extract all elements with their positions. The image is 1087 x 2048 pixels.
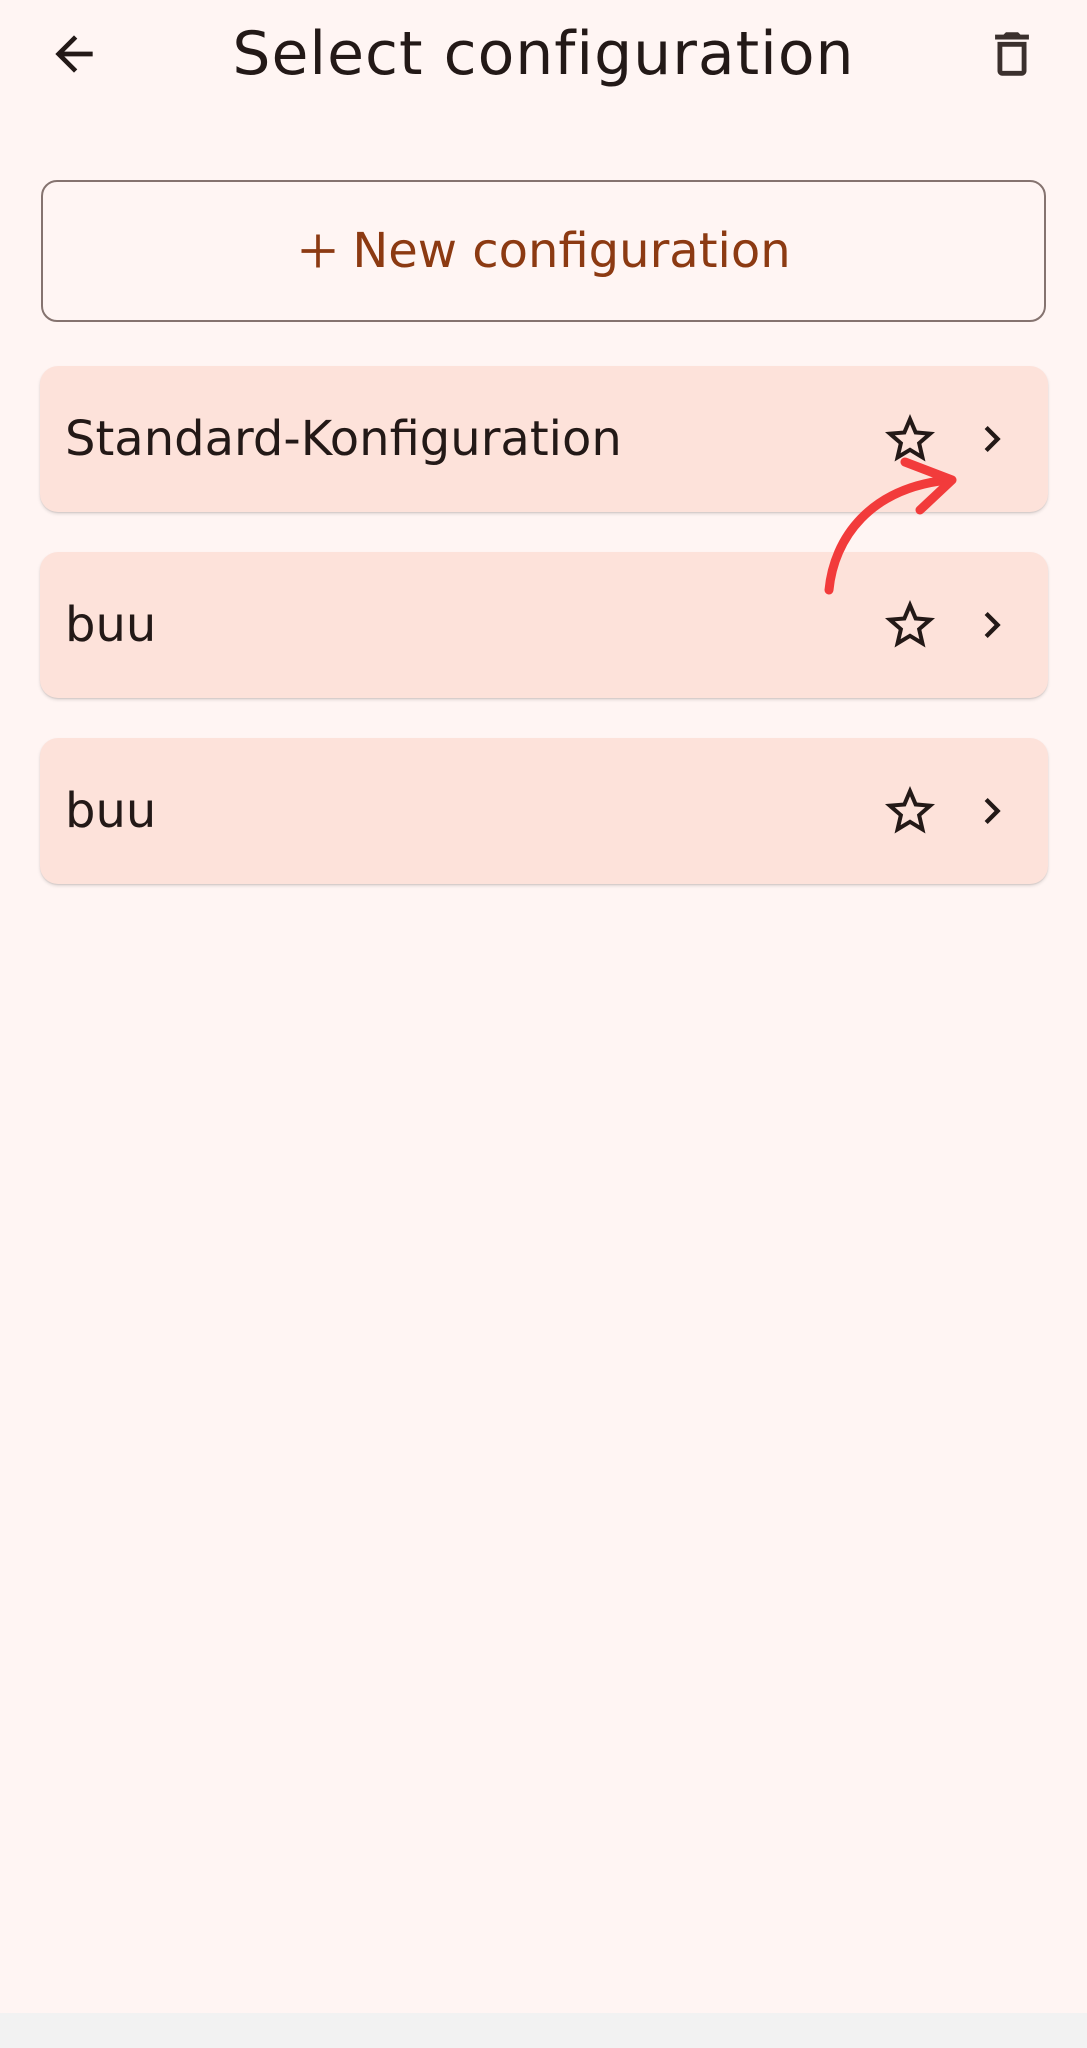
configuration-name: Standard-Konfiguration bbox=[65, 411, 622, 467]
new-configuration-button[interactable]: New configuration bbox=[41, 180, 1046, 322]
plus-icon bbox=[301, 234, 335, 268]
star-outline-icon bbox=[885, 786, 935, 834]
chevron-right-icon bbox=[957, 399, 1027, 479]
configuration-item[interactable]: Standard-Konfiguration bbox=[40, 366, 1048, 512]
chevron-right-icon bbox=[957, 771, 1027, 851]
page-title: Select configuration bbox=[232, 19, 855, 89]
configuration-name: buu bbox=[65, 597, 157, 653]
star-outline-icon bbox=[885, 414, 935, 462]
configuration-list: Standard-Konfiguration buu buu bbox=[40, 366, 1048, 924]
trash-icon bbox=[995, 32, 1029, 76]
delete-button[interactable] bbox=[972, 14, 1052, 94]
star-outline-icon bbox=[885, 600, 935, 648]
favorite-button[interactable] bbox=[870, 771, 950, 851]
configuration-name: buu bbox=[65, 783, 157, 839]
configuration-item[interactable]: buu bbox=[40, 738, 1048, 884]
favorite-button[interactable] bbox=[870, 399, 950, 479]
chevron-right-icon bbox=[957, 585, 1027, 665]
favorite-button[interactable] bbox=[870, 585, 950, 665]
back-button[interactable] bbox=[34, 14, 114, 94]
configuration-item[interactable]: buu bbox=[40, 552, 1048, 698]
system-navigation-bar bbox=[0, 2013, 1087, 2048]
new-configuration-label: New configuration bbox=[352, 223, 791, 279]
arrow-back-icon bbox=[55, 35, 93, 73]
top-app-bar: Select configuration bbox=[0, 0, 1087, 110]
